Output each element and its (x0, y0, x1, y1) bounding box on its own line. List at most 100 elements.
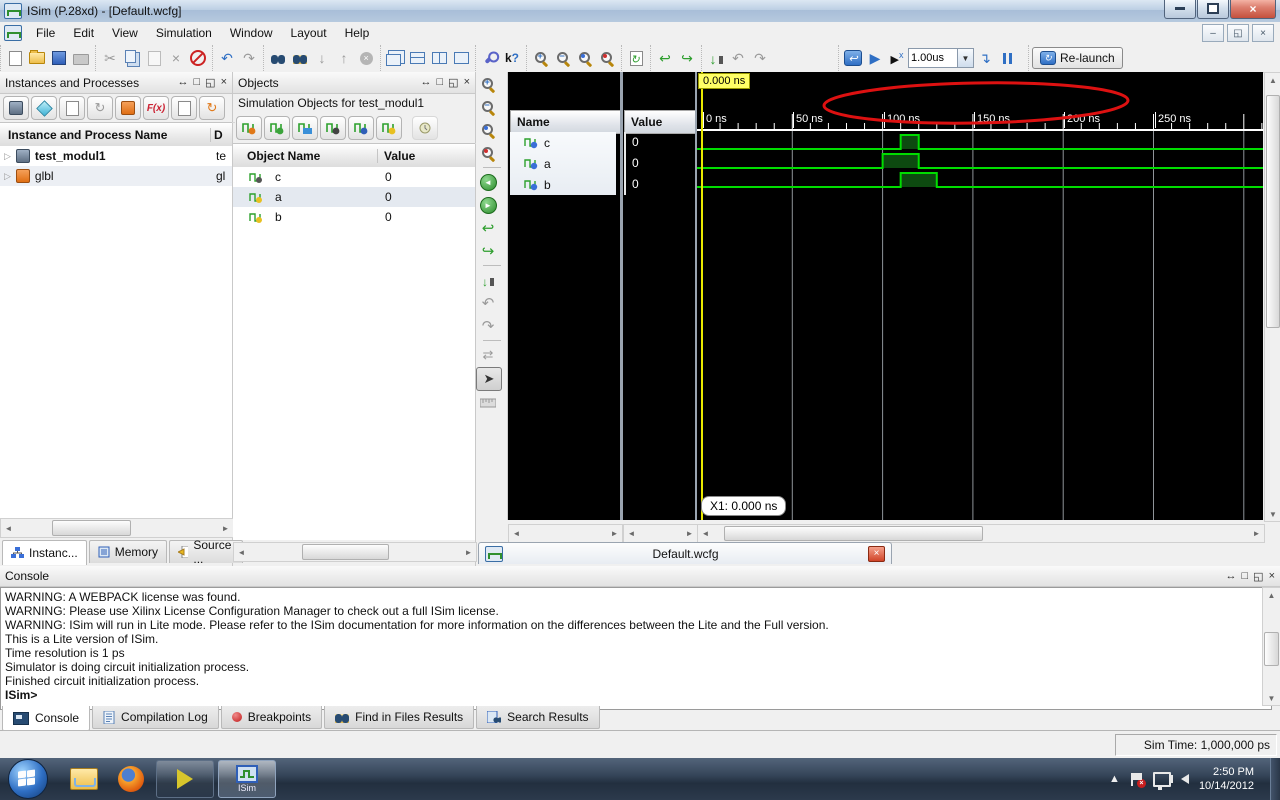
filter-design-units-button[interactable] (31, 96, 57, 120)
goto-prev-button[interactable]: ↑ (333, 47, 355, 69)
speaker-icon[interactable] (1181, 774, 1189, 784)
prev-transition-button[interactable]: ↩ (476, 217, 500, 239)
mdi-restore-button[interactable]: ◱ (1227, 24, 1249, 42)
goto-time-end-button[interactable]: ► (476, 194, 500, 216)
console-float-icon[interactable]: ◱ (1253, 570, 1263, 583)
whats-this-button[interactable]: k? (501, 47, 523, 69)
expander-icon[interactable]: ▷ (4, 171, 11, 182)
taskbar-xilinx-button[interactable] (156, 760, 214, 798)
close-button[interactable]: × (1230, 0, 1276, 19)
layered-windows-button[interactable] (450, 47, 472, 69)
menu-window[interactable]: Window (221, 23, 282, 43)
stop-search-button[interactable]: × (355, 47, 377, 69)
wave-zoom-full-button[interactable] (476, 119, 500, 141)
console-close-icon[interactable]: × (1269, 570, 1275, 583)
console-vscrollbar[interactable]: ▲ ▼ (1262, 587, 1280, 706)
tile-vertical-button[interactable] (428, 47, 450, 69)
reload-button[interactable]: ↻ (625, 47, 647, 69)
next-transition-button[interactable]: ↪ (476, 240, 500, 262)
scroll-down-icon[interactable]: ▼ (1269, 507, 1277, 521)
zoom-out-button[interactable]: − (552, 47, 574, 69)
filter-blocks-button[interactable] (59, 96, 85, 120)
instances-close-icon[interactable]: × (221, 76, 227, 89)
object-row-a[interactable]: a 0 (233, 187, 475, 207)
filter-processes-button[interactable]: ↻ (87, 96, 113, 120)
scroll-right-icon[interactable]: ► (682, 529, 697, 538)
tray-expand-button[interactable]: ▲ (1109, 773, 1120, 785)
filter-inouts-button[interactable] (292, 116, 318, 140)
zoom-full-button[interactable] (574, 47, 596, 69)
expander-icon[interactable]: ▷ (4, 151, 11, 162)
taskbar-firefox-button[interactable] (106, 766, 156, 792)
tab-close-button[interactable]: × (868, 546, 885, 562)
tab-breakpoints[interactable]: Breakpoints (221, 706, 322, 729)
tab-search-results[interactable]: Search Results (476, 706, 599, 729)
select-mode-button[interactable]: ➤ (476, 367, 502, 391)
find-in-files-button[interactable] (289, 47, 311, 69)
menu-file[interactable]: File (27, 23, 64, 43)
find-button[interactable] (267, 47, 289, 69)
object-row-b[interactable]: b 0 (233, 207, 475, 227)
tree-row-glbl[interactable]: ▷ glbl gl (0, 166, 232, 186)
wave-hscrollbar[interactable]: ◄ ► (697, 524, 1265, 543)
tab-find-in-files-results[interactable]: Find in Files Results (324, 706, 474, 729)
wave-name-header[interactable]: Name (510, 110, 630, 134)
goto-next-button[interactable]: ↓ (311, 47, 333, 69)
tab-instances[interactable]: Instanc... (2, 540, 87, 565)
relaunch-button[interactable]: ↻ Re-launch (1032, 47, 1123, 69)
preferences-button[interactable] (479, 47, 501, 69)
new-file-button[interactable] (4, 47, 26, 69)
break-on-change-button[interactable] (412, 116, 438, 140)
tab-memory[interactable]: Memory (89, 540, 167, 563)
filter-internal-button[interactable] (320, 116, 346, 140)
goto-time-zero-button[interactable]: ◄ (476, 171, 500, 193)
break-button[interactable] (996, 47, 1018, 69)
wave-plot-area[interactable]: 0.000 ns 0 ns 50 ns 100 ns 150 ns 200 ns… (697, 72, 1263, 520)
run-all-button[interactable]: ▶ (864, 47, 886, 69)
scroll-down-icon[interactable]: ▼ (1268, 691, 1276, 705)
snap-to-transition-button[interactable]: ↓ (476, 269, 500, 291)
wave-zoom-out-button[interactable]: − (476, 96, 500, 118)
value-hscrollbar[interactable]: ◄ ► (623, 524, 698, 543)
menu-simulation[interactable]: Simulation (147, 23, 221, 43)
taskbar-clock[interactable]: 2:50 PM 10/14/2012 (1199, 765, 1254, 793)
wave-vscrollbar[interactable]: ▲ ▼ (1264, 72, 1280, 522)
console-output[interactable]: WARNING: A WEBPACK license was found. WA… (0, 587, 1272, 710)
instances-float-icon[interactable]: ◱ (205, 76, 215, 89)
menu-view[interactable]: View (103, 23, 147, 43)
tab-console[interactable]: Console (2, 706, 90, 731)
float-window-button[interactable]: ↩ (654, 47, 676, 69)
mdi-close-button[interactable]: × (1252, 24, 1274, 42)
wave-signal-row-c[interactable]: c (510, 132, 616, 153)
step-out-button[interactable]: ↷ (749, 47, 771, 69)
save-button[interactable] (48, 47, 70, 69)
zoom-cursor-button[interactable] (596, 47, 618, 69)
objects-dock-icon[interactable]: ↔ (421, 76, 432, 89)
tree-row-test-modul1[interactable]: ▷ test_modul1 te (0, 146, 232, 166)
console-maximize-icon[interactable]: □ (1242, 570, 1249, 583)
filter-functions-button[interactable]: F(x) (143, 96, 169, 120)
paste-button[interactable] (143, 47, 165, 69)
scroll-right-icon[interactable]: ► (461, 548, 476, 557)
instances-maximize-icon[interactable]: □ (194, 76, 201, 89)
instances-col-design[interactable]: D (210, 128, 232, 142)
tab-default-wcfg[interactable]: Default.wcfg × (478, 542, 892, 564)
objects-col-value[interactable]: Value (377, 149, 475, 163)
instances-dock-icon[interactable]: ↔ (178, 76, 189, 89)
filter-loops-button[interactable]: ↻ (199, 96, 225, 120)
run-for-time-button[interactable]: ▶x (886, 47, 908, 69)
zoom-in-button[interactable]: + (530, 47, 552, 69)
taskbar-isim-button[interactable]: ISim (218, 760, 276, 798)
step-into-button[interactable]: ↓ (705, 47, 727, 69)
scroll-left-icon[interactable]: ◄ (624, 529, 639, 538)
delete-button[interactable]: × (165, 47, 187, 69)
open-file-button[interactable] (26, 47, 48, 69)
filter-modules-button[interactable] (171, 96, 197, 120)
wave-zoom-in-button[interactable]: + (476, 73, 500, 95)
filter-inputs-button[interactable] (236, 116, 262, 140)
wave-signal-row-b[interactable]: b (510, 174, 616, 195)
scroll-left-icon[interactable]: ◄ (698, 529, 713, 538)
print-button[interactable] (70, 47, 92, 69)
taskbar-explorer-button[interactable] (62, 768, 106, 790)
objects-float-icon[interactable]: ◱ (448, 76, 458, 89)
